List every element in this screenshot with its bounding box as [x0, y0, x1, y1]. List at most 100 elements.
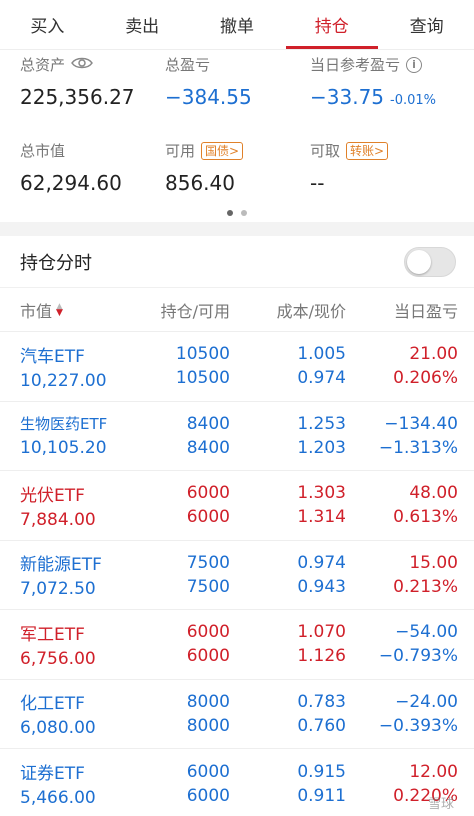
security-value: 10,227.00	[20, 370, 107, 391]
today-pl-value: −33.75 -0.01%	[310, 85, 437, 109]
available-qty: 6000	[186, 507, 230, 528]
withdrawable-label: 可取	[310, 142, 341, 160]
withdrawable-funds: 可取 转账> --	[310, 140, 389, 195]
header-today-pl[interactable]: 当日盈亏	[346, 298, 474, 322]
today-pl-percent: 0.206%	[393, 368, 458, 389]
holding-qty: 6000	[186, 483, 230, 504]
security-value: 5,466.00	[20, 788, 96, 809]
today-pl-amount: −54.00	[395, 622, 458, 643]
today-pl-pct: -0.01%	[390, 93, 437, 108]
today-pl-amount: 12.00	[409, 761, 458, 782]
security-value: 7,072.50	[20, 579, 96, 600]
available-label: 可用	[165, 142, 196, 160]
security-value: 6,756.00	[20, 648, 96, 669]
intraday-toggle-label: 持仓分时	[20, 252, 92, 274]
tab-positions[interactable]: 持仓	[284, 0, 379, 49]
today-pl-percent: 0.613%	[393, 507, 458, 528]
available-qty: 8000	[186, 715, 230, 736]
table-row[interactable]: 军工ETF 6,756.00 6000 6000 1.070 1.126 −54.00…	[0, 610, 474, 680]
header-cost-price[interactable]: 成本/现价	[230, 298, 346, 322]
today-pl-amount: −24.00	[395, 691, 458, 712]
total-pl: 总盈亏 −384.55	[165, 54, 252, 109]
cost-price: 0.783	[297, 691, 346, 712]
top-tab-bar: 买入 卖出 撤单 持仓 查询	[0, 0, 474, 50]
current-price: 0.974	[297, 368, 346, 389]
current-price: 1.203	[297, 437, 346, 458]
available-qty: 6000	[186, 785, 230, 806]
today-pl: 当日参考盈亏 i −33.75 -0.01%	[310, 54, 436, 109]
security-value: 7,884.00	[20, 509, 96, 530]
cost-price: 1.253	[297, 413, 346, 434]
cost-price: 1.005	[297, 344, 346, 365]
total-assets-value: 225,356.27	[20, 85, 135, 109]
table-row[interactable]: 新能源ETF 7,072.50 7500 7500 0.974 0.943 15.00…	[0, 541, 474, 610]
current-price: 0.760	[297, 715, 346, 736]
transfer-button[interactable]: 转账>	[346, 141, 389, 160]
today-pl-label: 当日参考盈亏	[310, 56, 401, 74]
page-dot-active	[227, 210, 233, 216]
table-row[interactable]: 化工ETF 6,080.00 8000 8000 0.783 0.760 −24.00…	[0, 680, 474, 749]
page-dot[interactable]	[241, 210, 247, 216]
table-row[interactable]: 证券ETF 5,466.00 6000 6000 0.915 0.911 12.00 0…	[0, 749, 474, 816]
header-market-value[interactable]: 市值 ▲ ▼	[0, 298, 130, 322]
sort-icon[interactable]: ▲ ▼	[56, 302, 63, 317]
security-value: 6,080.00	[20, 718, 96, 739]
market-value: 总市值 62,294.60	[20, 140, 122, 195]
table-row[interactable]: 生物医药ETF 10,105.20 8400 8400 1.253 1.203 −13…	[0, 402, 474, 471]
info-icon[interactable]: i	[406, 56, 423, 73]
tab-cancel[interactable]: 撤单	[190, 0, 285, 49]
intraday-toggle-row: 持仓分时	[0, 236, 474, 288]
holding-qty: 8000	[186, 691, 230, 712]
treasury-bond-button[interactable]: 国债>	[201, 141, 244, 160]
current-price: 1.126	[297, 646, 346, 667]
tab-sell[interactable]: 卖出	[95, 0, 190, 49]
today-pl-amount: −134.40	[384, 413, 458, 434]
holding-qty: 8400	[186, 413, 230, 434]
today-pl-amount: 48.00	[409, 483, 458, 504]
tab-query[interactable]: 查询	[379, 0, 474, 49]
cost-price: 0.915	[297, 761, 346, 782]
available-qty: 10500	[175, 368, 230, 389]
intraday-toggle-switch[interactable]	[404, 246, 456, 277]
tab-buy[interactable]: 买入	[0, 0, 95, 49]
cost-price: 0.974	[297, 552, 346, 573]
holding-qty: 6000	[186, 622, 230, 643]
total-assets-label: 总资产	[20, 56, 66, 74]
security-name: 证券ETF	[20, 764, 85, 785]
today-pl-amount: 21.00	[409, 344, 458, 365]
section-divider	[0, 222, 474, 236]
watermark: 雪球	[427, 797, 454, 812]
holding-qty: 6000	[186, 761, 230, 782]
positions-table-header: 市值 ▲ ▼ 持仓/可用 成本/现价 当日盈亏	[0, 288, 474, 332]
cost-price: 1.303	[297, 483, 346, 504]
eye-icon[interactable]	[71, 56, 93, 74]
available-funds: 可用 国债> 856.40	[165, 140, 244, 195]
available-qty: 7500	[186, 576, 230, 597]
today-pl-percent: −0.793%	[378, 646, 458, 667]
available-value: 856.40	[165, 171, 235, 195]
total-pl-value: −384.55	[165, 85, 252, 109]
account-summary: 总资产 225,356.27 总盈亏 −384.55 当日参考盈亏 i −33.…	[0, 50, 474, 222]
security-value: 10,105.20	[20, 438, 107, 459]
current-price: 0.943	[297, 576, 346, 597]
header-holding[interactable]: 持仓/可用	[130, 298, 230, 322]
total-pl-label: 总盈亏	[165, 56, 211, 74]
table-row[interactable]: 汽车ETF 10,227.00 10500 10500 1.005 0.974 21.…	[0, 332, 474, 402]
security-name: 汽车ETF	[20, 346, 85, 367]
total-assets: 总资产 225,356.27	[20, 54, 135, 109]
security-name: 化工ETF	[20, 694, 85, 715]
available-qty: 8400	[186, 437, 230, 458]
available-qty: 6000	[186, 646, 230, 667]
security-name: 军工ETF	[20, 624, 85, 645]
cost-price: 1.070	[297, 622, 346, 643]
market-value-value: 62,294.60	[20, 171, 122, 195]
toggle-knob	[407, 249, 431, 274]
today-pl-amount: 15.00	[409, 552, 458, 573]
market-value-label: 总市值	[20, 142, 66, 160]
positions-list: 汽车ETF 10,227.00 10500 10500 1.005 0.974 21.…	[0, 332, 474, 816]
holding-qty: 7500	[186, 552, 230, 573]
page-indicator	[0, 210, 474, 216]
current-price: 0.911	[297, 785, 346, 806]
security-name: 光伏ETF	[20, 485, 85, 506]
table-row[interactable]: 光伏ETF 7,884.00 6000 6000 1.303 1.314 48.00 0…	[0, 471, 474, 541]
